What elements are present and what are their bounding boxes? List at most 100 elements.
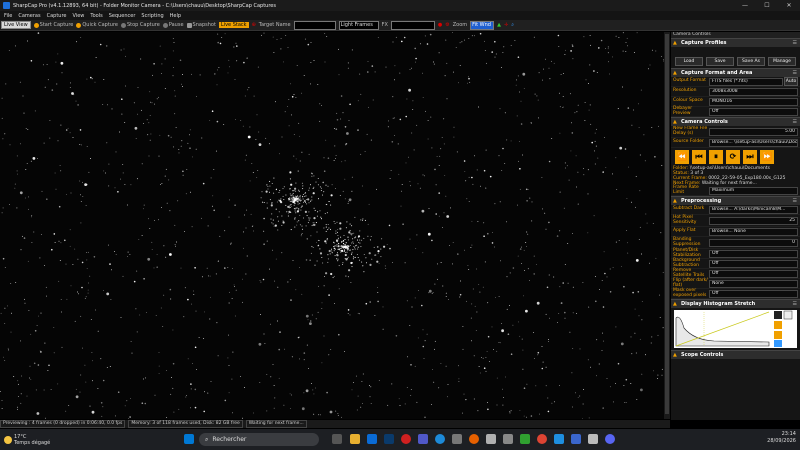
histogram-curve [675, 310, 793, 347]
chrome-icon[interactable] [537, 434, 547, 444]
manage-profiles-button[interactable]: Manage [768, 57, 796, 66]
load-profile-button[interactable]: Load [675, 57, 703, 66]
section-menu-icon[interactable]: ☰ [793, 118, 797, 126]
app-icon-gray[interactable] [452, 434, 462, 444]
section-menu-icon[interactable]: ☰ [793, 39, 797, 47]
zoom-select[interactable]: Fit Wnd [470, 20, 495, 30]
menu-cameras[interactable]: Cameras [18, 13, 40, 19]
menu-tools[interactable]: Tools [90, 13, 102, 19]
app-icon-blue[interactable] [554, 434, 564, 444]
stop-capture-button[interactable]: Stop Capture [120, 22, 160, 28]
menu-view[interactable]: View [73, 13, 85, 19]
capture-format-header[interactable]: Capture Format and Area ☰ [671, 68, 800, 77]
store-icon[interactable] [367, 434, 377, 444]
frame-delay-slider-value[interactable]: 5.00 [709, 127, 798, 136]
snapshot-label: Snapshot [192, 22, 216, 28]
app-icon-green[interactable] [520, 434, 530, 444]
pause-button[interactable]: Pause [162, 22, 184, 28]
output-format-select[interactable]: FITS files (*.fits) [709, 77, 783, 86]
profile-select[interactable] [671, 47, 800, 55]
hot-pixel-slider[interactable]: 25 [709, 216, 798, 225]
app-icon-dark[interactable] [503, 434, 513, 444]
teams-icon[interactable] [418, 434, 428, 444]
capture-profiles-header[interactable]: Capture Profiles ☰ [671, 38, 800, 47]
save-profile-button[interactable]: Save [706, 57, 734, 66]
discord-icon[interactable] [605, 434, 615, 444]
scrollbar-thumb[interactable] [665, 34, 669, 414]
subtract-dark-field[interactable]: Browse... A:\darks\Minicam8\M... [709, 205, 798, 214]
menu-capture[interactable]: Capture [47, 13, 67, 19]
preprocessing-header[interactable]: Preprocessing ☰ [671, 196, 800, 205]
flip-select[interactable]: None [709, 279, 798, 288]
auto-button[interactable]: Auto [784, 77, 798, 86]
background-subtraction-select[interactable]: Off [709, 259, 798, 268]
start-capture-button[interactable]: Start Capture [33, 22, 73, 28]
section-menu-icon[interactable]: ☰ [793, 300, 797, 308]
taskbar-search[interactable]: ⌕ Rechercher [199, 433, 319, 446]
firefox-icon[interactable] [469, 434, 479, 444]
refresh-icon[interactable]: ⟳ [726, 150, 740, 164]
debayer-select[interactable]: Off [709, 107, 798, 116]
snapshot-button[interactable]: Snapshot [186, 22, 216, 28]
record-icon[interactable]: ● [438, 22, 442, 28]
scope-controls-header[interactable]: Scope Controls [671, 350, 800, 359]
menu-help[interactable]: Help [170, 13, 181, 19]
mask-row: Mask over exposed pixels Off [671, 288, 800, 299]
stabilization-select[interactable]: Off [709, 249, 798, 258]
windows-start-icon[interactable] [184, 434, 194, 444]
menu-sequencer[interactable]: Sequencer [109, 13, 136, 19]
image-viewport[interactable] [0, 32, 670, 419]
banding-slider[interactable]: 0 [709, 238, 798, 247]
weather-widget[interactable]: 17°C Temps dégagé [4, 434, 74, 446]
live-view-button[interactable]: Live View [1, 21, 31, 29]
viewport-scrollbar[interactable] [664, 32, 670, 419]
apply-flat-label: Apply Flat [673, 228, 696, 234]
photoshop-icon[interactable] [384, 434, 394, 444]
frame-rate-select[interactable]: Maximum [709, 186, 798, 195]
edge-icon[interactable] [435, 434, 445, 444]
live-stack-button[interactable]: Live Stack [218, 22, 249, 28]
menu-file[interactable]: File [4, 13, 12, 19]
mask-select[interactable]: Off [709, 289, 798, 298]
minimize-button[interactable]: — [734, 0, 756, 11]
maximize-button[interactable]: ☐ [756, 0, 778, 11]
system-clock[interactable]: 23:14 28/09/2026 [767, 431, 796, 445]
pause-playback-icon[interactable]: ⏸ [709, 150, 723, 164]
magnifier-icon[interactable]: ⌕ [511, 22, 514, 28]
mask-label: Mask over exposed pixels [673, 288, 707, 298]
satellite-trails-select[interactable]: Off [709, 269, 798, 278]
apply-flat-field[interactable]: Browse... None [709, 227, 798, 236]
close-button[interactable]: ✕ [778, 0, 800, 11]
fast-forward-icon[interactable]: ⏩ [760, 150, 774, 164]
save-as-profile-button[interactable]: Save As [737, 57, 765, 66]
section-menu-icon[interactable]: ☰ [793, 69, 797, 77]
subtract-dark-row: Subtract Dark Browse... A:\darks\Minicam8… [671, 205, 800, 215]
rewind-icon[interactable]: ⏪ [675, 150, 689, 164]
camera-controls-header[interactable]: Camera Controls ☰ [671, 117, 800, 126]
last-frame-icon[interactable]: ⏭ [743, 150, 757, 164]
first-frame-icon[interactable]: ⏮ [692, 150, 706, 164]
histogram-icon[interactable]: ▲ [497, 22, 501, 28]
resolution-select[interactable]: 3008x3008 [709, 87, 798, 96]
stabilization-label: Planet/Disk Stabilization [673, 248, 701, 258]
target-name-input[interactable] [293, 20, 336, 30]
focus-icon[interactable]: ✛ [504, 22, 508, 28]
app-icon-light[interactable] [486, 434, 496, 444]
settings-icon[interactable]: ⚙ [445, 22, 449, 28]
app-icon-red[interactable] [401, 434, 411, 444]
file-explorer-icon[interactable] [350, 434, 360, 444]
colour-space-select[interactable]: MONO16 [709, 97, 798, 106]
fx-select[interactable] [390, 20, 435, 30]
quick-capture-button[interactable]: Quick Capture [76, 22, 118, 28]
sharpcap-taskbar-icon[interactable] [588, 434, 598, 444]
histogram-auto-icon [774, 321, 782, 329]
app-icon-blue2[interactable] [571, 434, 581, 444]
task-view-icon[interactable] [332, 434, 342, 444]
frame-type-select[interactable]: Light Frames [338, 20, 379, 30]
menu-scripting[interactable]: Scripting [141, 13, 163, 19]
histogram-stretch-graph[interactable] [674, 310, 797, 348]
source-folder-field[interactable]: Browse... \\setup-asi\Users\chauu\Docume [709, 138, 798, 147]
apply-flat-row: Apply Flat Browse... None [671, 227, 800, 237]
section-menu-icon[interactable]: ☰ [793, 197, 797, 205]
histogram-header[interactable]: Display Histogram Stretch ☰ [671, 299, 800, 308]
